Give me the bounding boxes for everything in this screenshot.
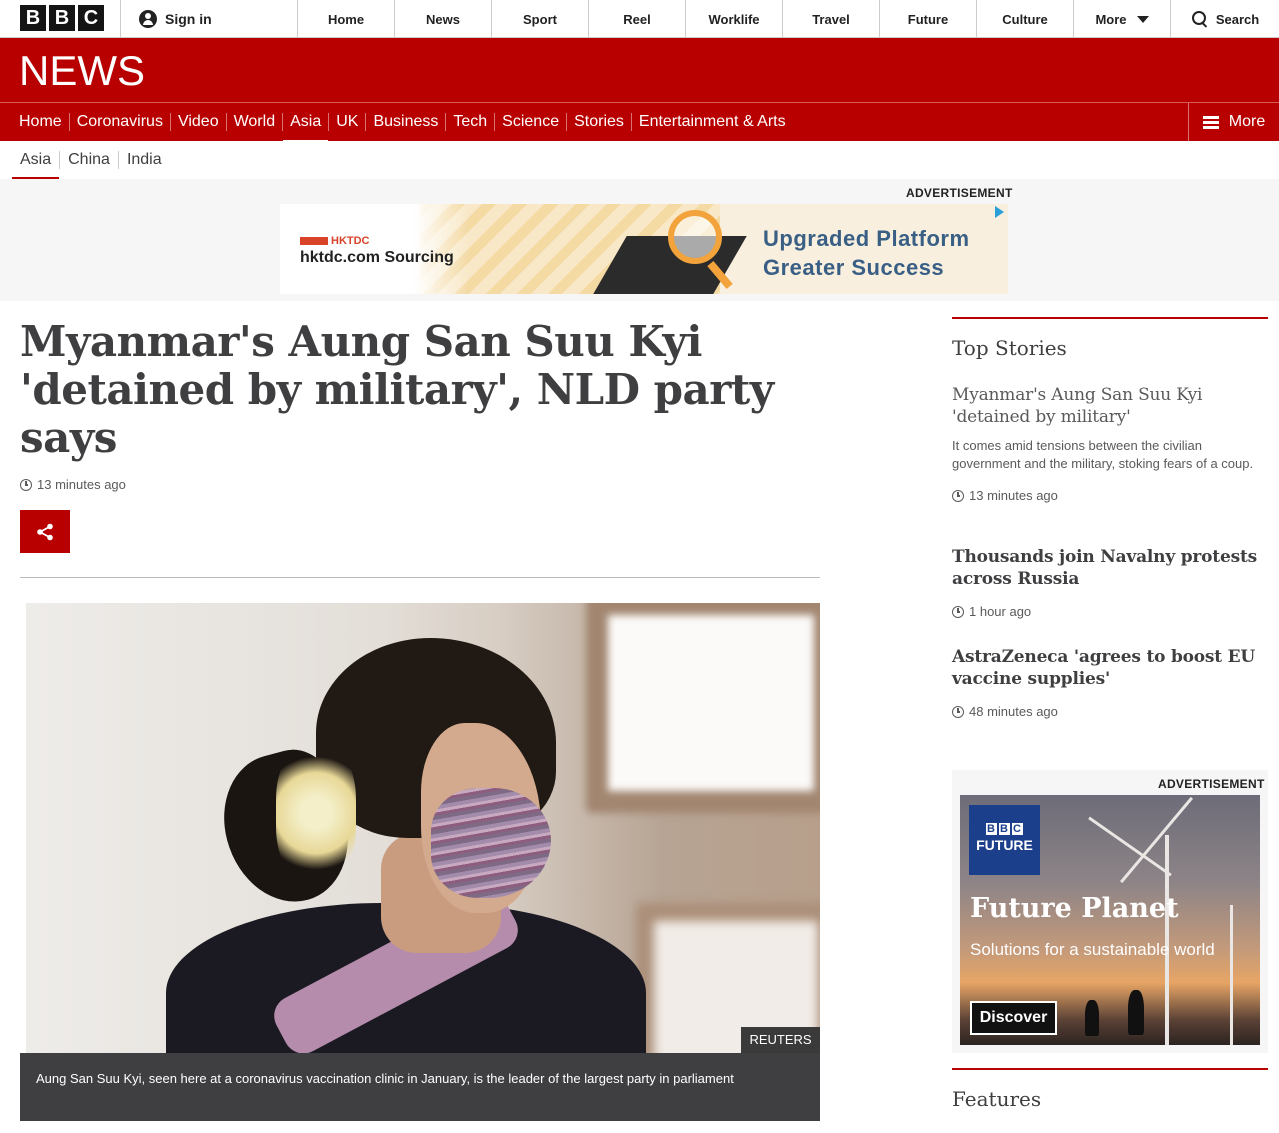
news-masthead: NEWS [0, 38, 1279, 102]
sub-nav-china[interactable]: China [60, 151, 119, 169]
menu-icon [1202, 115, 1219, 129]
bbc-logo[interactable]: B B C [20, 5, 104, 31]
section-nav-entertainment-arts[interactable]: Entertainment & Arts [632, 113, 793, 131]
article-headline: Myanmar's Aung San Suu Kyi 'detained by … [20, 317, 774, 462]
divider [20, 577, 820, 578]
bbc-future-logo: BBC FUTURE [969, 805, 1040, 875]
section-nav-asia[interactable]: Asia [283, 113, 330, 143]
section-nav-more-label: More [1228, 113, 1266, 130]
discover-button[interactable]: Discover [970, 1001, 1057, 1035]
ad-headline-line: Greater Success [763, 255, 945, 280]
search-button[interactable]: Search [1170, 0, 1279, 38]
features-rule [952, 1068, 1268, 1070]
hktdc-logo-text: HKTDC [331, 235, 370, 247]
section-nav-world[interactable]: World [227, 113, 284, 131]
section-nav-business[interactable]: Business [366, 113, 447, 131]
sub-navigation: Asia China India [0, 141, 1279, 180]
chevron-down-icon [1136, 15, 1149, 23]
top-story-time: 13 minutes ago [952, 488, 1262, 503]
sign-in-link[interactable]: Sign in [120, 0, 298, 38]
global-nav-travel[interactable]: Travel [782, 0, 879, 38]
section-nav-video[interactable]: Video [171, 113, 227, 131]
hktdc-logo: HKTDC [300, 235, 370, 247]
top-story-time: 1 hour ago [952, 604, 1262, 619]
section-nav-tech[interactable]: Tech [446, 113, 496, 131]
top-story-title[interactable]: AstraZeneca 'agrees to boost EU vaccine … [952, 646, 1262, 690]
bbc-future-logo-word: FUTURE [976, 837, 1033, 853]
top-story-time-text: 13 minutes ago [969, 488, 1058, 503]
bbc-future-logo-letter: C [1012, 823, 1023, 835]
section-nav-coronavirus[interactable]: Coronavirus [70, 113, 171, 131]
clock-icon [20, 478, 32, 491]
advertisement-label: ADVERTISEMENT [1158, 777, 1265, 791]
image-caption: Aung San Suu Kyi, seen here at a coronav… [20, 1053, 820, 1121]
search-icon [1191, 11, 1208, 27]
global-nav-reel[interactable]: Reel [588, 0, 685, 38]
user-icon [139, 10, 157, 28]
bbc-future-logo-letter: B [999, 823, 1010, 835]
ad-headline-line: Upgraded Platform [763, 226, 970, 251]
top-story-item[interactable]: Myanmar's Aung San Suu Kyi 'detained by … [952, 384, 1262, 503]
top-story-item[interactable]: AstraZeneca 'agrees to boost EU vaccine … [952, 646, 1262, 719]
article-timestamp-text: 13 minutes ago [37, 477, 126, 492]
global-navigation: B B C Sign in Home News Sport Reel Workl… [0, 0, 1279, 38]
section-nav-home[interactable]: Home [12, 113, 70, 131]
global-nav-sport[interactable]: Sport [491, 0, 588, 38]
top-ad-banner[interactable]: HKTDC hktdc.com Sourcing Upgraded Platfo… [280, 204, 1008, 294]
bbc-future-logo-letter: B [986, 823, 997, 835]
search-label: Search [1215, 11, 1260, 27]
global-nav-more-label: More [1095, 11, 1127, 27]
bbc-logo-letter: C [78, 5, 104, 31]
clock-icon [952, 705, 964, 718]
global-nav-culture[interactable]: Culture [976, 0, 1073, 38]
top-story-summary: It comes amid tensions between the civil… [952, 438, 1254, 471]
ad-title: Future Planet [970, 893, 1179, 924]
magnifier-illustration [668, 210, 722, 264]
top-story-time-text: 1 hour ago [969, 604, 1032, 619]
clock-icon [952, 605, 964, 618]
global-nav-news[interactable]: News [394, 0, 491, 38]
ad-headline: Upgraded Platform Greater Success [763, 224, 970, 282]
sidebar-ad-banner[interactable]: BBC FUTURE Future Planet Solutions for a… [960, 795, 1260, 1045]
top-story-time: 48 minutes ago [952, 704, 1262, 719]
sub-nav-india[interactable]: India [119, 151, 170, 169]
features-heading: Features [952, 1087, 1042, 1111]
top-stories-rule [952, 317, 1268, 319]
section-nav-stories[interactable]: Stories [567, 113, 632, 131]
section-navigation: Home Coronavirus Video World Asia UK Bus… [0, 102, 1279, 143]
sub-nav-asia[interactable]: Asia [12, 151, 61, 180]
clock-icon [952, 489, 964, 502]
face-mask [431, 788, 551, 898]
section-nav-science[interactable]: Science [495, 113, 568, 131]
section-nav-uk[interactable]: UK [329, 113, 367, 131]
adchoices-icon[interactable] [995, 206, 1004, 218]
section-nav-more-button[interactable]: More [1188, 103, 1279, 141]
bbc-logo-letter: B [49, 5, 75, 31]
global-nav-worklife[interactable]: Worklife [685, 0, 782, 38]
global-nav-future[interactable]: Future [879, 0, 976, 38]
bbc-logo-letter: B [20, 5, 46, 31]
share-button[interactable] [20, 510, 70, 553]
sign-in-label: Sign in [165, 11, 212, 27]
top-story-title[interactable]: Myanmar's Aung San Suu Kyi 'detained by … [952, 384, 1262, 428]
news-logo[interactable]: NEWS [19, 50, 145, 92]
top-story-title[interactable]: Thousands join Navalny protests across R… [952, 546, 1262, 590]
article-image [26, 603, 820, 1053]
top-story-time-text: 48 minutes ago [969, 704, 1058, 719]
share-icon [37, 523, 53, 541]
ad-brand: hktdc.com Sourcing [300, 249, 454, 266]
advertisement-label: ADVERTISEMENT [906, 186, 1013, 200]
top-story-item[interactable]: Thousands join Navalny protests across R… [952, 546, 1262, 619]
article-timestamp: 13 minutes ago [20, 477, 126, 492]
global-nav-home[interactable]: Home [297, 0, 394, 38]
global-nav-links: Home News Sport Reel Worklife Travel Fut… [297, 0, 1279, 38]
global-nav-more-button[interactable]: More [1073, 0, 1170, 38]
top-stories-heading: Top Stories [952, 336, 1067, 360]
image-credit: REUTERS [741, 1027, 820, 1053]
ad-subtitle: Solutions for a sustainable world [970, 940, 1215, 959]
